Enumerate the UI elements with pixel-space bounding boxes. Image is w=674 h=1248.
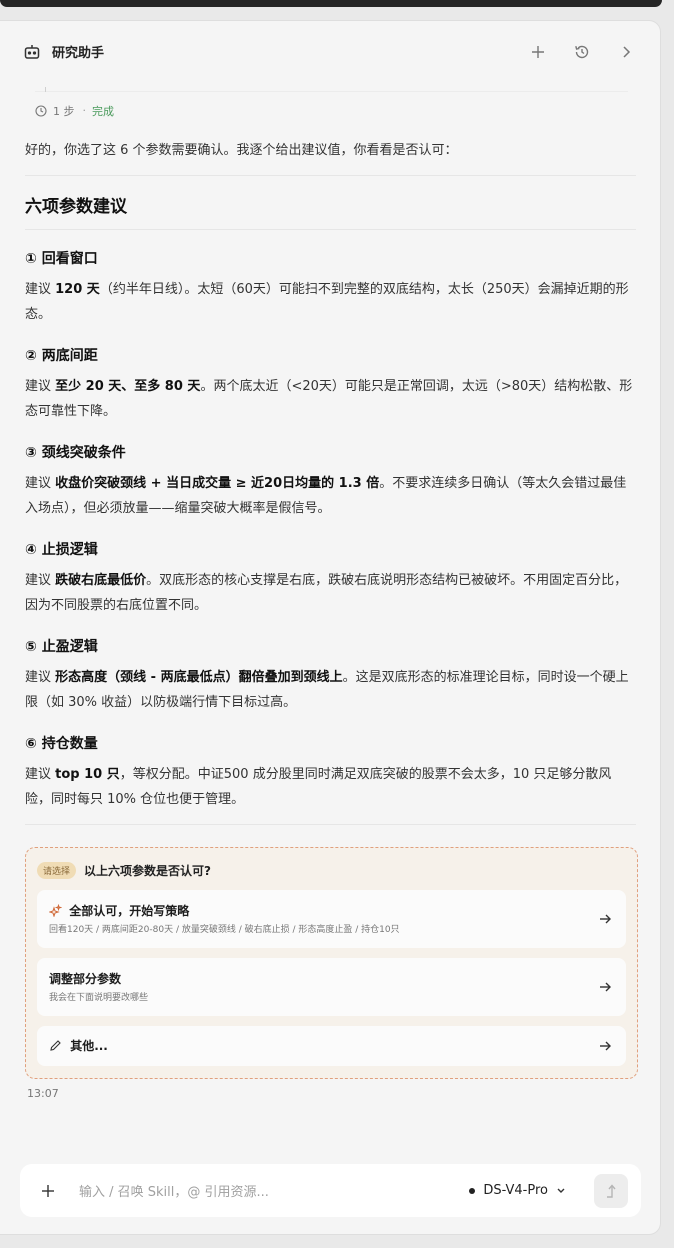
chevron-right-icon[interactable]: [614, 40, 638, 64]
arrow-right-icon: [600, 982, 611, 992]
send-icon: [607, 1183, 616, 1198]
param-title: ③ 颈线突破条件: [25, 445, 126, 461]
model-selector[interactable]: DS-V4-Pro: [469, 1183, 566, 1198]
conversation-scroll[interactable]: 1 步 · 完成 好的，你选了这 6 个参数需要确认。我逐个给出建议值，你看看是…: [0, 82, 660, 1142]
step-count: 1 步: [53, 104, 75, 118]
param-text: 建议 top 10 只，等权分配。中证500 成分股里同时满足双底突破的股票不会…: [25, 767, 612, 807]
message-timestamp: 13:07: [27, 1087, 59, 1100]
step-separator: ·: [82, 104, 87, 117]
clock-icon: [35, 104, 47, 117]
option-approve-all[interactable]: 全部认可，开始写策略 回看120天 / 两底间距20-80天 / 放量突破颈线 …: [37, 890, 626, 948]
arrow-right-icon: [600, 1041, 611, 1051]
option-title: 调整部分参数: [49, 972, 122, 986]
message-heading: 六项参数建议: [25, 176, 636, 230]
history-icon[interactable]: [570, 40, 594, 64]
param-text: 建议 收盘价突破颈线 + 当日成交量 ≥ 近20日均量的 1.3 倍。不要求连续…: [25, 476, 627, 516]
divider: [25, 824, 636, 825]
panel-title: 研究助手: [52, 46, 105, 61]
model-name: DS-V4-Pro: [483, 1183, 548, 1198]
choice-badge: 请选择: [37, 861, 77, 879]
option-subtitle: 我会在下面说明要改哪些: [49, 993, 149, 1003]
sparkle-icon: [48, 903, 69, 918]
option-title: 全部认可，开始写策略: [69, 904, 190, 918]
option-adjust-params[interactable]: 调整部分参数 我会在下面说明要改哪些: [37, 958, 626, 1016]
param-text: 建议 形态高度（颈线 - 两底最低点）翻倍叠加到颈线上。这是双底形态的标准理论目…: [25, 670, 629, 710]
pencil-icon: [49, 1039, 70, 1053]
chevron-down-icon: [557, 1188, 565, 1193]
param-text: 建议 跌破右底最低价。双底形态的核心支撑是右底，跌破右底说明形态结构已被破坏。不…: [25, 573, 628, 613]
step-summary[interactable]: 1 步 · 完成: [35, 87, 628, 129]
step-status: 完成: [92, 104, 114, 118]
param-text: 建议 120 天（约半年日线）。太短（60天）可能扫不到完整的双底结构，太长（2…: [25, 282, 629, 322]
option-title: 其他...: [70, 1039, 108, 1053]
option-subtitle: 回看120天 / 两底间距20-80天 / 放量突破颈线 / 破右底止损 / 形…: [49, 925, 400, 935]
param-title: ⑤ 止盈逻辑: [25, 639, 98, 655]
send-button[interactable]: [594, 1173, 628, 1208]
robot-icon: [22, 42, 42, 62]
choice-question: 以上六项参数是否认可?: [84, 863, 211, 878]
composer: 输入 / 召唤 Skill，@ 引用资源... DS-V4-Pro: [20, 1164, 641, 1217]
param-title: ⑥ 持仓数量: [25, 736, 98, 752]
model-status-dot: [469, 1187, 476, 1194]
arrow-right-icon: [600, 914, 611, 924]
message-input[interactable]: 输入 / 召唤 Skill，@ 引用资源...: [79, 1181, 469, 1200]
param-title: ④ 止损逻辑: [25, 542, 98, 558]
window-top-bar: [0, 0, 662, 7]
param-title: ② 两底间距: [25, 348, 98, 364]
param-title: ① 回看窗口: [25, 251, 98, 267]
step-connector: [45, 87, 46, 92]
panel-header: 研究助手: [0, 21, 660, 82]
param-text: 建议 至少 20 天、至多 80 天。两个底太近（<20天）可能只是正常回调，太…: [25, 379, 633, 419]
option-other[interactable]: 其他...: [37, 1026, 626, 1066]
message-intro: 好的，你选了这 6 个参数需要确认。我逐个给出建议值，你看看是否认可：: [25, 141, 636, 176]
attach-plus-icon[interactable]: [38, 1181, 58, 1201]
assistant-panel: 研究助手 1 步 · 完成 好的，你选了这 6 个参数需要确认。我逐个给出建议值…: [0, 20, 661, 1235]
plus-icon[interactable]: [526, 40, 550, 64]
choice-card: 请选择 以上六项参数是否认可? 全部认可，开始写策略 回看120天 / 两底间距…: [25, 847, 638, 1079]
